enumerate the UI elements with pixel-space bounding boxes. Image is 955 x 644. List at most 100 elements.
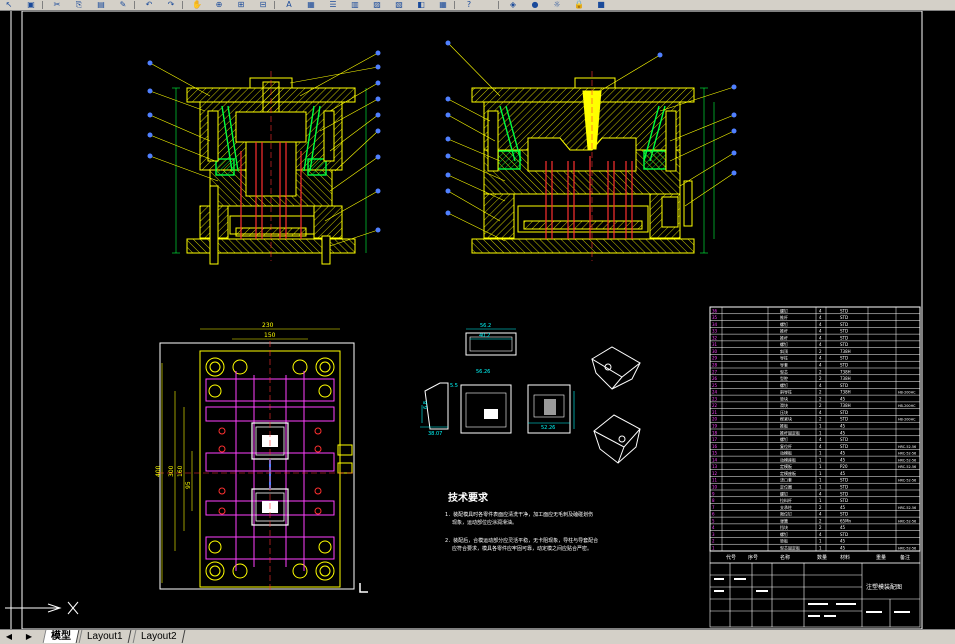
bom-cell-no: 8 bbox=[712, 498, 715, 503]
zoom-window-icon[interactable]: ⊞ bbox=[234, 0, 248, 9]
bom-cell-qty: 4 bbox=[819, 410, 822, 415]
bom-cell-qty: 2 bbox=[819, 525, 822, 530]
design-center-icon[interactable]: ▥ bbox=[348, 0, 362, 9]
tab-layout2[interactable]: Layout2 bbox=[132, 630, 185, 643]
bom-cell-qty: 2 bbox=[819, 390, 822, 395]
bom-cell-material: STD bbox=[840, 491, 848, 496]
dim-part-side-small: 6.8 bbox=[423, 401, 429, 409]
bom-cell-no: 22 bbox=[712, 403, 718, 408]
arrow-icon[interactable]: ↖ bbox=[2, 0, 16, 9]
zoom-previous-icon[interactable]: ⊟ bbox=[256, 0, 270, 9]
tech-req-item2-line2: 应符合要求，模具各零件应牢固可靠，动定模之间应贴合严密。 bbox=[452, 545, 592, 552]
pan-icon[interactable]: ✋ bbox=[190, 0, 204, 9]
bom-cell-material: 45 bbox=[840, 525, 846, 530]
bom-cell-qty: 2 bbox=[819, 369, 822, 374]
toolbar-separator bbox=[274, 1, 275, 9]
bom-cell-qty: 4 bbox=[819, 363, 822, 368]
cut-icon[interactable]: ✂ bbox=[50, 0, 64, 9]
bom-cell-no: 20 bbox=[712, 417, 718, 422]
copy-icon[interactable]: ⎘ bbox=[72, 0, 86, 9]
dim-plan-height-overall: 400 bbox=[155, 465, 162, 477]
bom-cell-no: 33 bbox=[712, 329, 718, 334]
part-dimension-texts: 56.2 40.2 56.26 5.5 6.8 38.07 52.26 bbox=[423, 323, 555, 437]
bom-cell-name: 限位钉 bbox=[780, 511, 792, 517]
bom-cell-no: 2 bbox=[712, 539, 715, 544]
bom-cell-name: 斜顶 bbox=[780, 348, 788, 354]
bom-cell-material: 738H bbox=[840, 390, 851, 395]
match-icon[interactable]: ✎ bbox=[116, 0, 130, 9]
bom-cell-note: HRC-52-56 bbox=[898, 479, 916, 483]
tab-nav-next-button[interactable]: ▶ bbox=[24, 631, 34, 643]
dimension-style-icon[interactable]: ▦ bbox=[304, 0, 318, 9]
bom-cell-material: STD bbox=[840, 478, 848, 483]
dim-plan-height-inner: 300 bbox=[168, 465, 175, 477]
bom-header-weight: 重量 bbox=[876, 554, 886, 561]
tab-model[interactable]: 模型 bbox=[42, 630, 80, 643]
sheet-set-icon[interactable]: ▧ bbox=[392, 0, 406, 9]
bom-cell-name: 拉料杆 bbox=[780, 497, 792, 503]
bom-cell-material: 65Mn bbox=[840, 518, 852, 523]
bom-cell-no: 36 bbox=[712, 308, 718, 313]
bom-cell-qty: 1 bbox=[819, 471, 822, 476]
undo-icon[interactable]: ↶ bbox=[142, 0, 156, 9]
zoom-realtime-icon[interactable]: ⊕ bbox=[212, 0, 226, 9]
bom-header-note: 备注 bbox=[900, 554, 910, 561]
bom-cell-no: 34 bbox=[712, 322, 718, 327]
bom-cell-name: 楔紧块 bbox=[780, 416, 792, 422]
redo-icon[interactable]: ↷ bbox=[164, 0, 178, 9]
bom-header-seq: 序号 bbox=[748, 554, 758, 561]
dim-part-width-top: 56.2 bbox=[480, 323, 491, 329]
tech-req-item1-line1: 1．装配模具时各零件表面应清洗干净，加工面应无毛刺及磕碰划伤 bbox=[445, 511, 593, 518]
bom-cell-no: 23 bbox=[712, 396, 718, 401]
bom-cell-name: 定模座板 bbox=[780, 470, 796, 476]
tool-palette-icon[interactable]: ▨ bbox=[370, 0, 384, 9]
ucs-icon bbox=[5, 601, 79, 615]
bom-cell-material: 45 bbox=[840, 546, 846, 551]
bom-cell-material: 45 bbox=[840, 471, 846, 476]
bom-cell-name: 定位圈 bbox=[780, 484, 792, 490]
bom-cell-qty: 4 bbox=[819, 444, 822, 449]
toolbar-separator bbox=[182, 1, 183, 9]
dim-part-side-bottom: 38.07 bbox=[428, 431, 442, 437]
bom-cell-no: 12 bbox=[712, 471, 718, 476]
text-style-icon[interactable]: A bbox=[282, 0, 296, 9]
layer-icon[interactable]: ◈ bbox=[506, 0, 520, 9]
bom-cell-name: 推杆 bbox=[780, 314, 788, 320]
bom-cell-qty: 4 bbox=[819, 491, 822, 496]
color-swatch-icon[interactable]: ■ bbox=[594, 0, 608, 9]
tab-layout1[interactable]: Layout1 bbox=[78, 630, 131, 643]
bom-cell-name: 螺钉 bbox=[780, 436, 788, 442]
layout-tab-bar: ◀ ▶ 模型 Layout1 Layout2 bbox=[0, 629, 955, 644]
bom-cell-qty: 4 bbox=[819, 315, 822, 320]
bom-cell-material: 45 bbox=[840, 505, 846, 510]
bom-cell-qty: 1 bbox=[819, 451, 822, 456]
bom-cell-no: 5 bbox=[712, 518, 715, 523]
dimension-texts: 230 150 400 300 160 95 bbox=[155, 322, 276, 489]
bom-cell-note: HRC-52-56 bbox=[898, 458, 916, 462]
bom-cell-material: 45 bbox=[840, 396, 846, 401]
bom-cell-qty: 4 bbox=[819, 383, 822, 388]
paste-icon[interactable]: ▤ bbox=[94, 0, 108, 9]
tab-nav-prev-button[interactable]: ◀ bbox=[4, 631, 14, 643]
bom-cell-name: 动模板 bbox=[780, 450, 792, 456]
sun-icon[interactable]: ☼ bbox=[550, 0, 564, 9]
bom-cell-note: HB-200HC bbox=[898, 404, 916, 408]
properties-icon[interactable]: ☰ bbox=[326, 0, 340, 9]
bom-cell-no: 16 bbox=[712, 444, 718, 449]
bom-cell-material: STD bbox=[840, 437, 848, 442]
bom-cell-name: 滑块 bbox=[780, 402, 788, 408]
bom-cell-note: HRC-52-56 bbox=[898, 506, 916, 510]
help-icon[interactable]: ? bbox=[462, 0, 476, 9]
bom-cell-material: STD bbox=[840, 356, 848, 361]
save-icon[interactable]: ▣ bbox=[24, 0, 38, 9]
light-bulb-icon[interactable]: ● bbox=[528, 0, 542, 9]
drawing-canvas[interactable]: 技术要求 1．装配模具时各零件表面应清洗干净，加工面应无毛刺及磕碰划伤 现象，运… bbox=[0, 11, 955, 629]
bom-cell-no: 14 bbox=[712, 457, 718, 462]
bom-cell-name: 推杆固定板 bbox=[780, 429, 800, 435]
bom-cell-material: 45 bbox=[840, 457, 846, 462]
lock-icon[interactable]: 🔒 bbox=[572, 0, 586, 9]
bom-cell-material: 738H bbox=[840, 349, 851, 354]
markup-icon[interactable]: ◧ bbox=[414, 0, 428, 9]
calculator-icon[interactable]: ▦ bbox=[436, 0, 450, 9]
bom-cell-material: STD bbox=[840, 335, 848, 340]
